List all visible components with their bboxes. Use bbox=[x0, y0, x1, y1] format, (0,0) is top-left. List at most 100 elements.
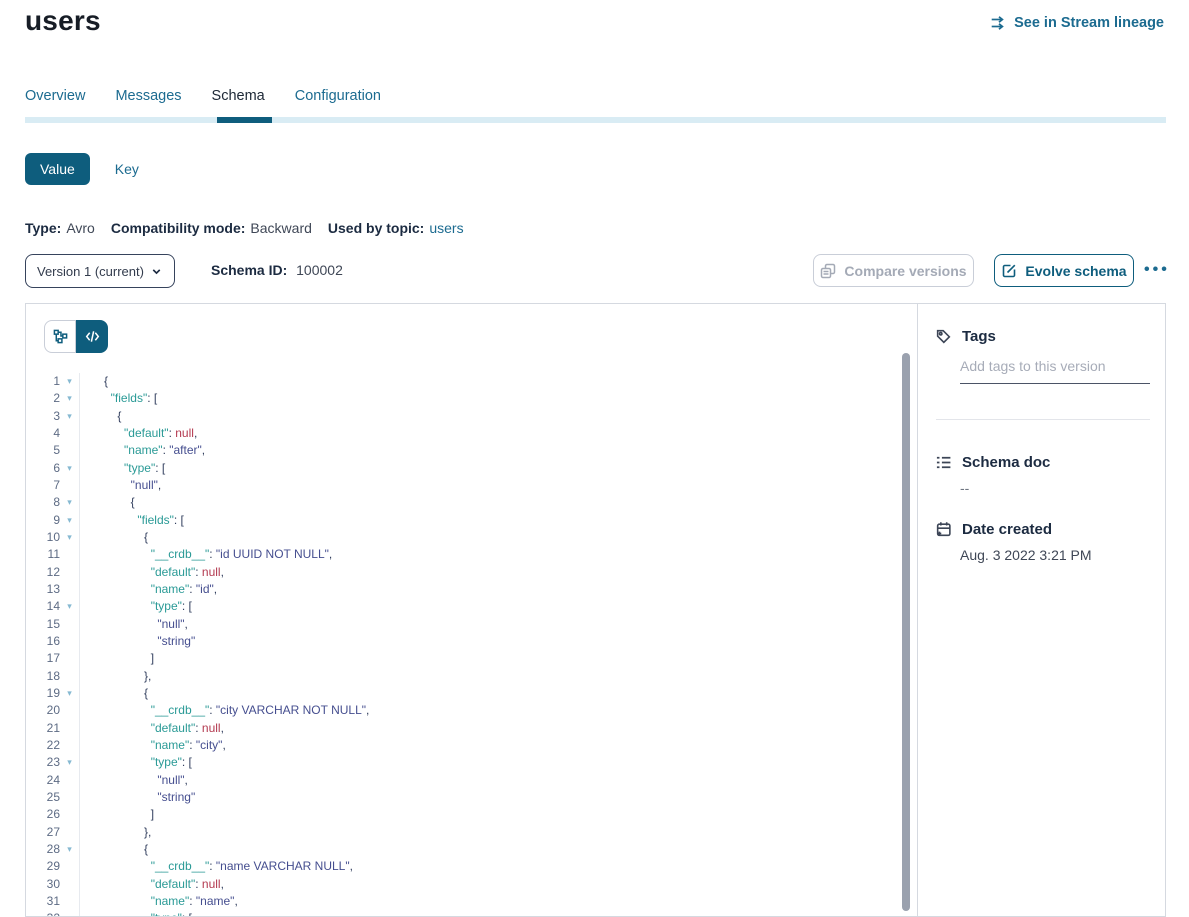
code-line: 6▾ "type": [ bbox=[26, 460, 917, 477]
value-toggle-button[interactable]: Value bbox=[25, 153, 90, 185]
schema-id-label: Schema ID: bbox=[211, 262, 287, 278]
code-line: 8▾ { bbox=[26, 494, 917, 511]
code-line-text: "string" bbox=[80, 633, 195, 650]
code-line-text: "type": [ bbox=[80, 754, 192, 771]
code-line-text: "fields": [ bbox=[80, 390, 157, 407]
fold-spacer bbox=[60, 876, 79, 893]
fold-spacer bbox=[60, 702, 79, 719]
more-options-button[interactable]: ••• bbox=[1144, 255, 1184, 285]
schema-id-value: 100002 bbox=[296, 262, 343, 278]
line-gutter: 17 bbox=[26, 650, 80, 667]
code-line: 23▾ "type": [ bbox=[26, 754, 917, 771]
fold-spacer bbox=[60, 616, 79, 633]
editor-view-toggle bbox=[44, 320, 108, 353]
code-line-text: "__crdb__": "city VARCHAR NOT NULL", bbox=[80, 702, 369, 719]
code-line: 29 "__crdb__": "name VARCHAR NULL", bbox=[26, 858, 917, 875]
used-by-topic-link[interactable]: users bbox=[429, 220, 463, 236]
line-gutter: 4 bbox=[26, 425, 80, 442]
line-number: 23 bbox=[26, 754, 60, 771]
code-line: 22 "name": "city", bbox=[26, 737, 917, 754]
fold-caret-icon[interactable]: ▾ bbox=[60, 754, 79, 771]
code-lines: 1▾{2▾ "fields": [3▾ {4 "default": null,5… bbox=[26, 373, 917, 916]
code-line: 15 "null", bbox=[26, 616, 917, 633]
line-gutter: 28▾ bbox=[26, 841, 80, 858]
tab-overview[interactable]: Overview bbox=[25, 88, 85, 104]
line-number: 8 bbox=[26, 494, 60, 511]
fold-caret-icon[interactable]: ▾ bbox=[60, 529, 79, 546]
code-line: 9▾ "fields": [ bbox=[26, 512, 917, 529]
code-line: 28▾ { bbox=[26, 841, 917, 858]
fold-spacer bbox=[60, 720, 79, 737]
fold-caret-icon[interactable]: ▾ bbox=[60, 512, 79, 529]
fold-caret-icon[interactable]: ▾ bbox=[60, 373, 79, 390]
code-line-text: }, bbox=[80, 668, 151, 685]
tags-input[interactable] bbox=[960, 358, 1150, 384]
line-number: 26 bbox=[26, 806, 60, 823]
line-number: 3 bbox=[26, 408, 60, 425]
schema-doc-section-header: Schema doc bbox=[935, 454, 1050, 471]
tree-view-button[interactable] bbox=[44, 320, 76, 353]
schema-doc-title: Schema doc bbox=[962, 454, 1050, 471]
code-line-text: "name": "after", bbox=[80, 442, 205, 459]
code-line-text: { bbox=[80, 841, 148, 858]
editor-scrollbar[interactable] bbox=[902, 353, 910, 911]
stream-lineage-icon bbox=[990, 15, 1007, 31]
code-line-text: "name": "id", bbox=[80, 581, 217, 598]
compare-versions-button[interactable]: Compare versions bbox=[813, 254, 974, 287]
fold-caret-icon[interactable]: ▾ bbox=[60, 910, 79, 916]
version-toolbar: Version 1 (current) Schema ID: 100002 Co… bbox=[25, 254, 1166, 288]
line-gutter: 13 bbox=[26, 581, 80, 598]
code-line: 24 "null", bbox=[26, 772, 917, 789]
used-by-topic: Used by topic: users bbox=[328, 220, 464, 236]
schema-type-label: Type: bbox=[25, 220, 61, 236]
line-number: 16 bbox=[26, 633, 60, 650]
code-line-text: { bbox=[80, 685, 148, 702]
line-number: 29 bbox=[26, 858, 60, 875]
compare-versions-label: Compare versions bbox=[844, 263, 966, 279]
code-line-text: "name": "city", bbox=[80, 737, 226, 754]
code-view-button[interactable] bbox=[76, 320, 108, 353]
line-number: 7 bbox=[26, 477, 60, 494]
line-gutter: 19▾ bbox=[26, 685, 80, 702]
fold-caret-icon[interactable]: ▾ bbox=[60, 390, 79, 407]
version-select[interactable]: Version 1 (current) bbox=[25, 254, 175, 288]
tab-messages[interactable]: Messages bbox=[115, 88, 181, 104]
line-gutter: 1▾ bbox=[26, 373, 80, 390]
code-line: 12 "default": null, bbox=[26, 564, 917, 581]
line-number: 31 bbox=[26, 893, 60, 910]
line-number: 27 bbox=[26, 824, 60, 841]
line-number: 6 bbox=[26, 460, 60, 477]
code-line-text: "type": [ bbox=[80, 460, 165, 477]
fold-caret-icon[interactable]: ▾ bbox=[60, 460, 79, 477]
tags-title: Tags bbox=[962, 328, 996, 345]
fold-caret-icon[interactable]: ▾ bbox=[60, 494, 79, 511]
key-toggle-button[interactable]: Key bbox=[115, 161, 139, 177]
fold-caret-icon[interactable]: ▾ bbox=[60, 408, 79, 425]
fold-caret-icon[interactable]: ▾ bbox=[60, 841, 79, 858]
stream-lineage-link[interactable]: See in Stream lineage bbox=[990, 15, 1164, 31]
line-gutter: 22 bbox=[26, 737, 80, 754]
code-view-icon bbox=[85, 329, 100, 344]
code-line-text: "string" bbox=[80, 789, 195, 806]
line-number: 9 bbox=[26, 512, 60, 529]
sidebar-divider bbox=[936, 419, 1150, 420]
fold-spacer bbox=[60, 650, 79, 667]
code-line: 27 }, bbox=[26, 824, 917, 841]
line-gutter: 5 bbox=[26, 442, 80, 459]
code-line: 18 }, bbox=[26, 668, 917, 685]
code-line-text: { bbox=[80, 373, 108, 390]
chevron-down-icon bbox=[150, 265, 163, 278]
line-number: 11 bbox=[26, 546, 60, 563]
code-line-text: "__crdb__": "name VARCHAR NULL", bbox=[80, 858, 353, 875]
line-number: 22 bbox=[26, 737, 60, 754]
stream-lineage-label: See in Stream lineage bbox=[1014, 15, 1164, 31]
page-title: users bbox=[25, 5, 101, 37]
date-created-section-header: Date created bbox=[935, 521, 1052, 538]
evolve-schema-button[interactable]: Evolve schema bbox=[994, 254, 1134, 287]
tab-schema[interactable]: Schema bbox=[212, 88, 265, 104]
fold-caret-icon[interactable]: ▾ bbox=[60, 685, 79, 702]
code-line: 31 "name": "name", bbox=[26, 893, 917, 910]
line-gutter: 24 bbox=[26, 772, 80, 789]
fold-caret-icon[interactable]: ▾ bbox=[60, 598, 79, 615]
tab-configuration[interactable]: Configuration bbox=[295, 88, 381, 104]
